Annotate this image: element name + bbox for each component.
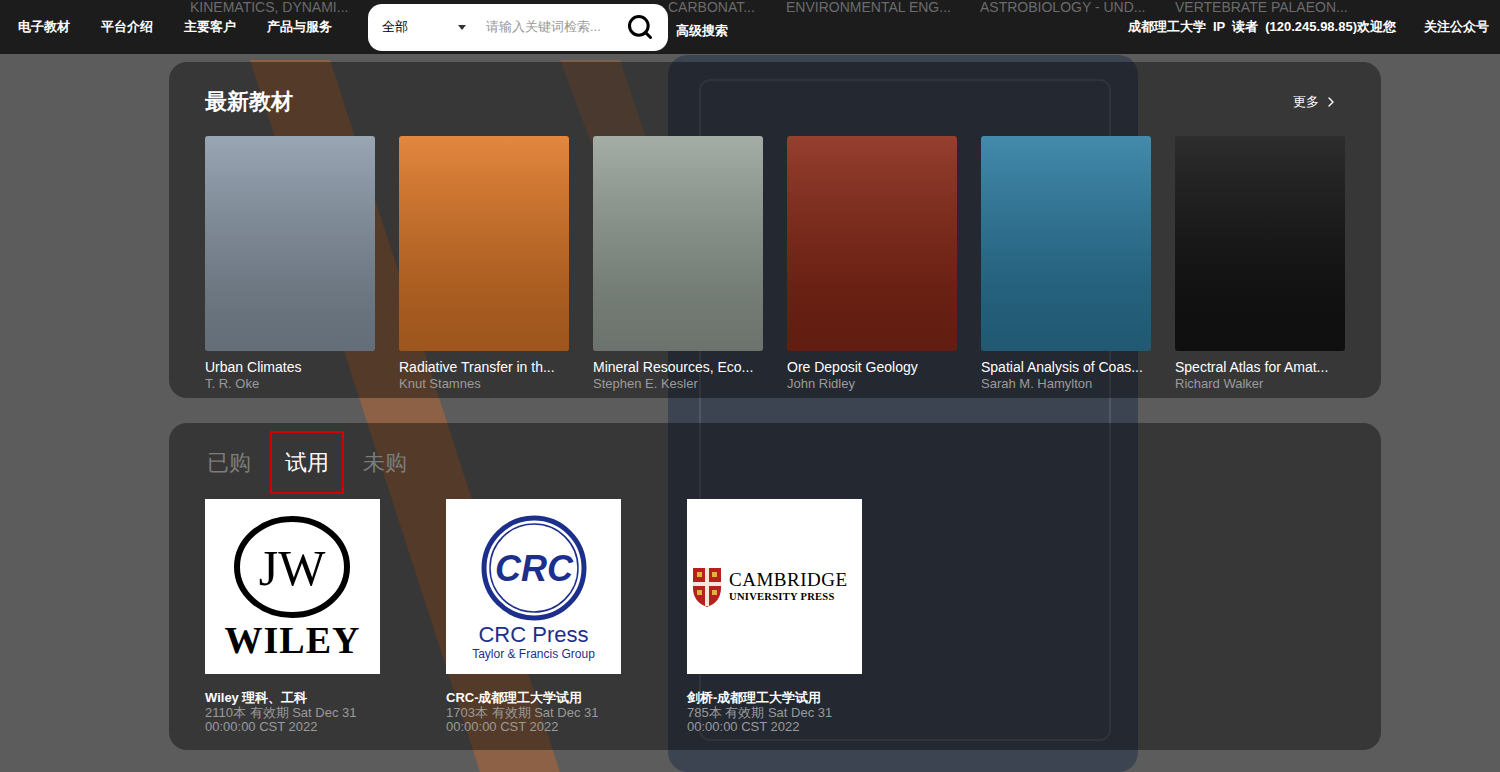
book-cover	[787, 136, 957, 351]
follow-link[interactable]: 关注公众号	[1424, 17, 1489, 37]
background-title: VERTEBRATE PALAEON...	[1175, 0, 1475, 14]
book-card[interactable]: Spatial Analysis of Coas...Sarah M. Hamy…	[981, 136, 1151, 392]
wiley-monogram-icon: JW	[232, 515, 352, 619]
crc-wordmark: CRC Press	[478, 623, 588, 647]
book-cover	[1175, 136, 1345, 351]
book-title: Spatial Analysis of Coas...	[981, 358, 1151, 376]
search-scope-select[interactable]: 全部	[368, 17, 474, 37]
book-author: John Ridley	[787, 376, 957, 392]
collection-details: 2110本 有效期 Sat Dec 31 00:00:00 CST 2022	[205, 706, 380, 734]
crc-tagline: Taylor & Francis Group	[472, 647, 595, 661]
nav-link[interactable]: 电子教材	[18, 17, 70, 37]
book-author: T. R. Oke	[205, 376, 375, 392]
book-list: Urban ClimatesT. R. OkeRadiative Transfe…	[205, 136, 1345, 392]
advanced-search-link[interactable]: 高级搜索	[676, 21, 728, 41]
chevron-right-icon	[1323, 94, 1339, 110]
book-cover	[205, 136, 375, 351]
collection-logo-box: CAMBRIDGEUNIVERSITY PRESS	[687, 499, 862, 674]
top-nav: KINEMATICS, DYNAMI...CARBONAT...ENVIRONM…	[0, 0, 1500, 54]
nav-link[interactable]: 主要客户	[184, 17, 236, 37]
cambridge-logo: CAMBRIDGEUNIVERSITY PRESS	[687, 566, 862, 608]
app: KINEMATICS, DYNAMI...CARBONAT...ENVIRONM…	[0, 0, 1500, 772]
background-title: ENVIRONMENTAL ENG...	[786, 0, 980, 14]
collection-list: JW WILEY Wiley 理科、工科2110本 有效期 Sat Dec 31 0…	[205, 499, 1345, 734]
collection-name: 剑桥-成都理工大学试用	[687, 690, 862, 706]
book-card[interactable]: Spectral Atlas for Amat...Richard Walker	[1175, 136, 1345, 392]
background-title: ASTROBIOLOGY - UND...	[980, 0, 1175, 14]
latest-panel: 最新教材更多Urban ClimatesT. R. OkeRadiative T…	[169, 62, 1381, 398]
book-title: Mineral Resources, Eco...	[593, 358, 763, 376]
collection-tab[interactable]: 未购	[348, 431, 422, 494]
collection-card[interactable]: CAMBRIDGEUNIVERSITY PRESS 剑桥-成都理工大学试用785本…	[687, 499, 862, 734]
book-title: Urban Climates	[205, 358, 375, 376]
cambridge-tagline: UNIVERSITY PRESS	[729, 590, 848, 603]
user-info-part: (120.245.98.85)欢迎您	[1265, 17, 1396, 37]
collection-details: 785本 有效期 Sat Dec 31 00:00:00 CST 2022	[687, 706, 862, 734]
book-author: Knut Stamnes	[399, 376, 569, 392]
book-author: Stephen E. Kesler	[593, 376, 763, 392]
background-title: CARBONAT...	[668, 0, 786, 14]
cambridge-crest-icon	[691, 566, 723, 608]
book-cover	[981, 136, 1151, 351]
wiley-logo: JW WILEY	[225, 515, 361, 659]
book-title: Spectral Atlas for Amat...	[1175, 358, 1345, 376]
collection-tab[interactable]: 已购	[192, 431, 266, 494]
book-title: Radiative Transfer in th...	[399, 358, 569, 376]
latest-title: 最新教材	[205, 86, 293, 118]
book-card[interactable]: Mineral Resources, Eco...Stephen E. Kesl…	[593, 136, 763, 392]
collection-details: 1703本 有效期 Sat Dec 31 00:00:00 CST 2022	[446, 706, 621, 734]
wiley-wordmark: WILEY	[225, 621, 361, 659]
collections-panel: 已购试用未购 JW WILEY Wiley 理科、工科2110本 有效期 Sat De…	[169, 423, 1381, 750]
collection-tab[interactable]: 试用	[270, 431, 344, 494]
book-cover	[399, 136, 569, 351]
background-titles: KINEMATICS, DYNAMI...CARBONAT...ENVIRONM…	[0, 0, 1475, 14]
cambridge-wordmark: CAMBRIDGE	[729, 570, 848, 590]
user-info-part: IP	[1213, 17, 1225, 37]
search-input[interactable]	[486, 17, 626, 37]
collection-logo-box: CRC CRC PressTaylor & Francis Group	[446, 499, 621, 674]
book-title: Ore Deposit Geology	[787, 358, 957, 376]
user-info-part: 读者	[1232, 17, 1258, 37]
search-box: 全部	[368, 4, 668, 51]
book-author: Sarah M. Hamylton	[981, 376, 1151, 392]
collection-tabs: 已购试用未购	[192, 431, 1345, 494]
collection-logo-box: JW WILEY	[205, 499, 380, 674]
book-card[interactable]: Radiative Transfer in th...Knut Stamnes	[399, 136, 569, 392]
svg-text:CRC: CRC	[495, 548, 574, 589]
collection-name: CRC-成都理工大学试用	[446, 690, 621, 706]
collection-card[interactable]: JW WILEY Wiley 理科、工科2110本 有效期 Sat Dec 31 0…	[205, 499, 380, 734]
user-info-part: 成都理工大学	[1128, 17, 1206, 37]
svg-text:JW: JW	[259, 540, 326, 596]
book-card[interactable]: Ore Deposit GeologyJohn Ridley	[787, 136, 957, 392]
dropdown-arrow-icon	[458, 25, 466, 30]
search-icon[interactable]	[626, 13, 654, 41]
book-author: Richard Walker	[1175, 376, 1345, 392]
nav-link[interactable]: 平台介绍	[101, 17, 153, 37]
collection-card[interactable]: CRC CRC PressTaylor & Francis Group CRC-成都…	[446, 499, 621, 734]
user-info: 成都理工大学 IP 读者 (120.245.98.85)欢迎您	[1128, 17, 1396, 37]
book-card[interactable]: Urban ClimatesT. R. Oke	[205, 136, 375, 392]
crc-logo: CRC CRC PressTaylor & Francis Group	[472, 513, 595, 661]
more-link[interactable]: 更多	[1293, 92, 1339, 112]
content: 最新教材更多Urban ClimatesT. R. OkeRadiative T…	[0, 54, 1500, 750]
crc-circle-icon: CRC	[479, 513, 589, 623]
collection-name: Wiley 理科、工科	[205, 690, 380, 706]
nav-links: 电子教材 平台介绍 主要客户 产品与服务	[0, 17, 332, 37]
nav-link[interactable]: 产品与服务	[267, 17, 332, 37]
book-cover	[593, 136, 763, 351]
